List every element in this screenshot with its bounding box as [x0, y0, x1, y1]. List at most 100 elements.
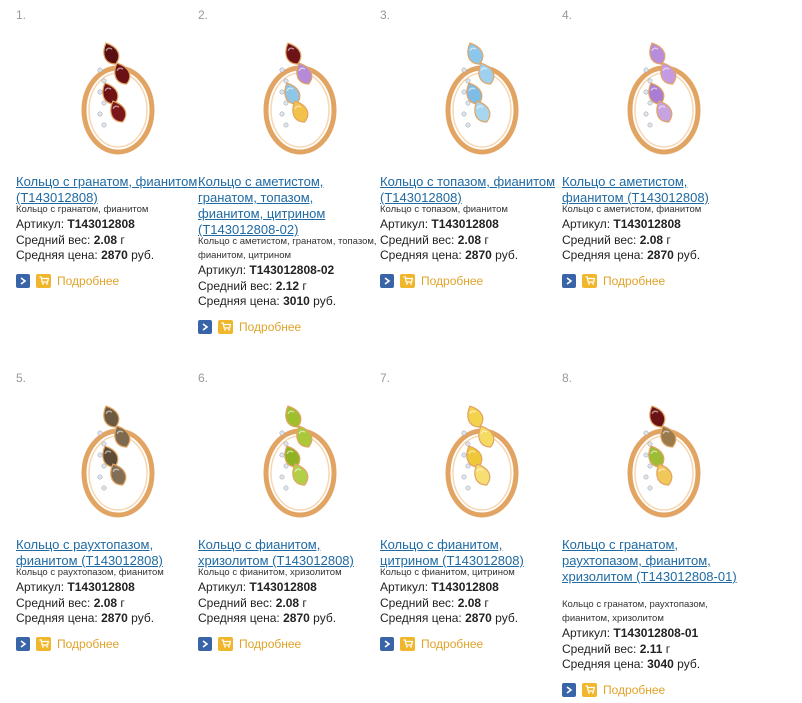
- diamond-accent: [647, 122, 653, 128]
- article-label: Артикул:: [198, 580, 247, 594]
- price-line: Средняя цена: 3040 руб.: [562, 657, 744, 673]
- add-to-cart-button[interactable]: [218, 319, 233, 334]
- diamond-accent: [97, 89, 103, 95]
- diamond-accent: [279, 430, 285, 436]
- product-image[interactable]: [238, 22, 348, 162]
- price-line: Средняя цена: 3010 руб.: [198, 294, 380, 310]
- details-arrow-button[interactable]: [198, 636, 212, 651]
- chevron-right-icon: [20, 276, 27, 285]
- cart-icon: [403, 639, 413, 648]
- product-image[interactable]: [420, 385, 530, 525]
- more-link[interactable]: Подробнее: [421, 274, 483, 288]
- more-link[interactable]: Подробнее: [603, 274, 665, 288]
- more-link[interactable]: Подробнее: [57, 274, 119, 288]
- article-value: Т143012808-02: [249, 263, 335, 277]
- product-description: Кольцо с фианитом, хризолитом: [198, 567, 342, 578]
- product-details: Кольцо с фианитом, хризолитом Артикул: Т…: [198, 563, 380, 652]
- price-line: Средняя цена: 2870 руб.: [16, 611, 198, 627]
- price-unit: руб.: [131, 611, 155, 625]
- details-arrow-button[interactable]: [16, 273, 30, 288]
- details-arrow-button[interactable]: [562, 273, 576, 288]
- article-label: Артикул:: [380, 580, 429, 594]
- cart-icon: [585, 685, 595, 694]
- details-arrow-button[interactable]: [380, 273, 394, 288]
- diamond-accent: [465, 100, 471, 106]
- diamond-accent: [647, 78, 653, 84]
- product-image[interactable]: [56, 22, 166, 162]
- price-line: Средняя цена: 2870 руб.: [562, 248, 744, 264]
- product-description: Кольцо с аметистом, гранатом, топазом, ф…: [198, 236, 377, 261]
- add-to-cart-button[interactable]: [400, 636, 415, 651]
- product-title-link[interactable]: Кольцо с гранатом, раухтопазом, фианитом…: [562, 537, 744, 585]
- more-link[interactable]: Подробнее: [603, 683, 665, 697]
- more-link[interactable]: Подробнее: [57, 637, 119, 651]
- product-description: Кольцо с гранатом, раухтопазом, фианитом…: [562, 599, 708, 624]
- product-description: Кольцо с фианитом, цитрином: [380, 567, 515, 578]
- article-label: Артикул:: [16, 217, 65, 231]
- product-image[interactable]: [56, 385, 166, 525]
- weight-unit: г: [484, 232, 489, 247]
- price-unit: руб.: [313, 294, 337, 308]
- product-image[interactable]: [238, 385, 348, 525]
- diamond-accent: [461, 430, 467, 436]
- diamond-accent: [461, 474, 467, 480]
- product-title-link[interactable]: Кольцо с аметистом, гранатом, топазом, ф…: [198, 174, 380, 238]
- add-to-cart-button[interactable]: [582, 682, 597, 697]
- product-card: 6. Кольцо с фианитом, хризолитом (Т14301…: [198, 371, 378, 701]
- cart-icon: [221, 639, 231, 648]
- product-card: 7. Кольцо с фианитом, цитрином (Т1430128…: [380, 371, 560, 701]
- details-arrow-button[interactable]: [380, 636, 394, 651]
- add-to-cart-button[interactable]: [36, 273, 51, 288]
- article-line: Артикул: Т143012808: [380, 580, 562, 596]
- details-arrow-button[interactable]: [562, 682, 576, 697]
- price-line: Средняя цена: 2870 руб.: [380, 611, 562, 627]
- diamond-accent: [283, 485, 289, 491]
- product-actions: Подробнее: [562, 682, 744, 698]
- product-image[interactable]: [602, 22, 712, 162]
- product-actions: Подробнее: [562, 273, 744, 289]
- price-unit: руб.: [677, 657, 701, 671]
- weight-line: Средний вес: 2.08 г: [380, 233, 562, 249]
- diamond-accent: [279, 89, 285, 95]
- price-unit: руб.: [495, 611, 519, 625]
- product-image[interactable]: [420, 22, 530, 162]
- article-value: Т143012808-01: [613, 626, 699, 640]
- diamond-accent: [465, 463, 471, 469]
- weight-line: Средний вес: 2.08 г: [16, 233, 198, 249]
- price-label: Средняя цена:: [562, 248, 644, 262]
- diamond-accent: [101, 78, 107, 84]
- product-actions: Подробнее: [198, 319, 380, 335]
- add-to-cart-button[interactable]: [400, 273, 415, 288]
- product-details: Кольцо с аметистом, гранатом, топазом, ф…: [198, 232, 380, 335]
- price-unit: руб.: [677, 248, 701, 262]
- more-link[interactable]: Подробнее: [239, 637, 301, 651]
- gemstone: [649, 42, 666, 65]
- weight-unit: г: [302, 595, 307, 610]
- more-link[interactable]: Подробнее: [421, 637, 483, 651]
- add-to-cart-button[interactable]: [218, 636, 233, 651]
- details-arrow-button[interactable]: [198, 319, 212, 334]
- product-card: 4. Кольцо с аметистом, фианитом (Т143012…: [562, 8, 742, 348]
- diamond-accent: [643, 452, 649, 458]
- weight-line: Средний вес: 2.08 г: [380, 596, 562, 612]
- price-value: 2870: [283, 611, 310, 625]
- article-label: Артикул:: [16, 580, 65, 594]
- diamond-accent: [465, 485, 471, 491]
- diamond-accent: [643, 430, 649, 436]
- diamond-accent: [643, 67, 649, 73]
- product-details: Кольцо с гранатом, фианитом Артикул: Т14…: [16, 200, 198, 289]
- more-link[interactable]: Подробнее: [239, 320, 301, 334]
- price-label: Средняя цена:: [16, 248, 98, 262]
- weight-label: Средний вес:: [380, 595, 455, 610]
- article-value: Т143012808: [67, 580, 135, 594]
- weight-label: Средний вес:: [16, 595, 91, 610]
- product-image[interactable]: [602, 385, 712, 525]
- diamond-accent: [97, 452, 103, 458]
- add-to-cart-button[interactable]: [36, 636, 51, 651]
- weight-value: 2.08: [457, 595, 482, 610]
- weight-label: Средний вес:: [562, 232, 637, 247]
- add-to-cart-button[interactable]: [582, 273, 597, 288]
- weight-line: Средний вес: 2.08 г: [198, 596, 380, 612]
- weight-label: Средний вес:: [380, 232, 455, 247]
- details-arrow-button[interactable]: [16, 636, 30, 651]
